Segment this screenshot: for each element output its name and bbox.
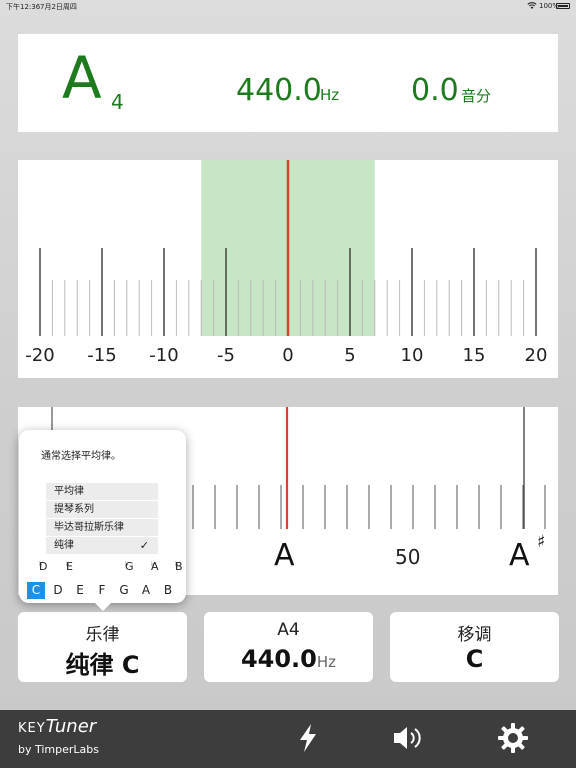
logo-tuner: Tuner [45, 716, 97, 737]
strobe-mid-label: 50 [395, 545, 421, 569]
status-time: 下午12:36 [6, 3, 41, 11]
temperament-list: 平均律 提琴系列 毕达哥拉斯乐律 纯律 ✓ [46, 482, 158, 554]
frequency-value: 440.0 [236, 73, 322, 108]
lightning-icon[interactable] [292, 722, 324, 754]
option-label: 平均律 [54, 486, 84, 497]
scale-label: 20 [524, 345, 548, 366]
option-label: 纯律 [54, 540, 74, 551]
option-label: 毕达哥拉斯乐律 [54, 522, 124, 533]
scale-label: -10 [149, 345, 179, 366]
key-e-flat[interactable]: E ♭ [66, 560, 73, 574]
temperament-option-just[interactable]: 纯律 ✓ [46, 536, 158, 554]
temperament-button-value: 纯律 C [65, 651, 140, 679]
key-name: B [175, 560, 183, 573]
key-c[interactable]: C [27, 582, 45, 599]
reference-pitch-label: A4 [277, 620, 300, 640]
cents-unit: 音分 [461, 87, 492, 105]
temperament-option-equal[interactable]: 平均律 [46, 482, 158, 500]
app-maker: by TimperLabs [18, 743, 99, 756]
gear-icon[interactable] [497, 722, 529, 754]
status-bar: 下午12:36 7月2日周四 100% [0, 0, 576, 12]
key-name: D [39, 560, 48, 573]
temperament-option-violin[interactable]: 提琴系列 [46, 500, 158, 518]
natural-key-row: C D E F G A B [27, 582, 179, 599]
scale-label: 15 [462, 345, 486, 366]
key-d-flat[interactable]: D ♭ [39, 560, 47, 574]
scale-label: 0 [282, 345, 294, 366]
flat-key-row: D ♭ E ♭ G ♭ A ♭ B ♭ [39, 560, 183, 576]
key-b[interactable]: B [159, 582, 177, 599]
battery-icon [556, 3, 570, 9]
transpose-button-value: C [465, 645, 484, 673]
frequency-unit: Hz [320, 86, 340, 104]
popover-hint: 通常选择平均律。 [41, 451, 121, 462]
temperament-option-pythagorean[interactable]: 毕达哥拉斯乐律 [46, 518, 158, 536]
transpose-button[interactable]: 移调 C [390, 612, 559, 682]
note-octave: 4 [111, 90, 124, 114]
temperament-button[interactable]: 乐律 纯律 C [18, 612, 187, 682]
temperament-button-label: 乐律 [85, 625, 120, 645]
transpose-button-label: 移调 [457, 625, 492, 645]
app-logo: KEYTuner [18, 716, 96, 737]
key-a[interactable]: A [137, 582, 155, 599]
strobe-next-note-label: A [509, 538, 530, 573]
temperament-popover: 通常选择平均律。 平均律 提琴系列 毕达哥拉斯乐律 纯律 ✓ D ♭ E ♭ G ♭ A… [19, 430, 186, 611]
reference-pitch-value: 440.0 [240, 645, 317, 673]
reference-pitch-unit: Hz [316, 653, 337, 671]
scale-label: -20 [25, 345, 55, 366]
key-f[interactable]: F [93, 582, 111, 599]
speaker-icon[interactable] [392, 722, 424, 754]
scale-label: 10 [400, 345, 424, 366]
note-name: A [62, 44, 102, 112]
strobe-note-label: A [274, 538, 295, 573]
scale-label: -5 [217, 345, 235, 366]
key-name: E [66, 560, 73, 573]
logo-key: KEY [18, 721, 46, 736]
key-a-flat[interactable]: A ♭ [151, 560, 159, 574]
option-label: 提琴系列 [54, 504, 94, 515]
key-g-flat[interactable]: G ♭ [125, 560, 134, 574]
key-d[interactable]: D [49, 582, 67, 599]
reference-pitch-button[interactable]: A4 440.0Hz [204, 612, 373, 682]
key-e[interactable]: E [71, 582, 89, 599]
key-g[interactable]: G [115, 582, 133, 599]
key-name: G [125, 560, 134, 573]
checkmark-icon: ✓ [139, 539, 149, 552]
scale-label: -15 [87, 345, 117, 366]
cents-value: 0.0 [411, 73, 459, 108]
sharp-symbol: ♯ [537, 532, 546, 552]
wifi-icon [527, 2, 537, 9]
key-name: A [151, 560, 159, 573]
reference-pitch-value-wrap: 440.0Hz [204, 645, 373, 673]
key-b-flat[interactable]: B ♭ [175, 560, 183, 574]
scale-label: 5 [344, 345, 356, 366]
status-date: 7月2日周四 [40, 3, 77, 11]
